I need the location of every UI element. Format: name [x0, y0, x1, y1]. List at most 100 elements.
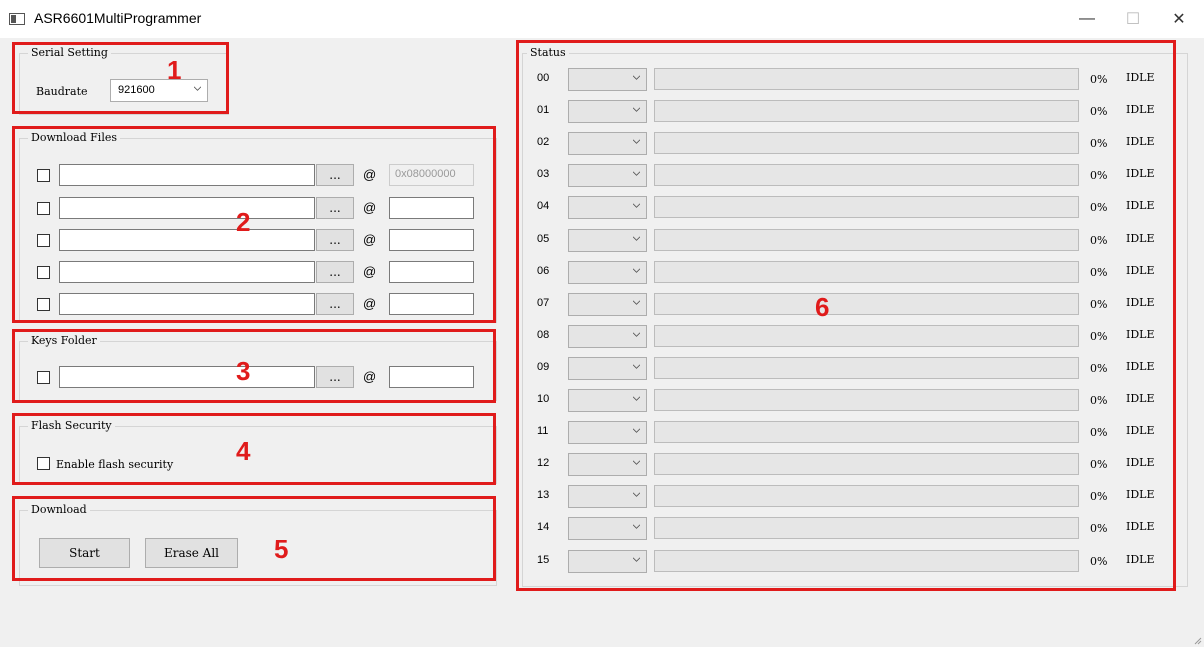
keys-folder-label: Keys Folder [28, 334, 100, 347]
close-button[interactable]: ✕ [1156, 0, 1202, 38]
port-index-label: 04 [537, 200, 550, 213]
keys-folder-path-input[interactable] [59, 366, 315, 388]
port-progress-bar [654, 549, 1079, 572]
port-select[interactable] [568, 132, 647, 156]
port-percent-label: 0% [1090, 233, 1108, 247]
chevron-down-icon [633, 364, 640, 369]
file-browse-button[interactable]: ... [316, 229, 354, 251]
window-title: ASR6601MultiProgrammer [34, 10, 202, 26]
app-icon [9, 13, 25, 25]
keys-folder-address-input[interactable] [389, 366, 474, 388]
annotation-number-4: 4 [236, 436, 251, 466]
file-browse-button[interactable]: ... [316, 164, 354, 186]
port-select[interactable] [568, 324, 647, 348]
port-select[interactable] [568, 292, 647, 316]
file-path-input[interactable] [59, 197, 315, 219]
annotation-number-2: 2 [236, 207, 251, 237]
file-address-input[interactable] [389, 261, 474, 283]
annotation-number-1: 1 [167, 55, 182, 85]
download-files-label: Download Files [28, 131, 121, 144]
file-address-input[interactable] [389, 229, 474, 251]
port-index-label: 12 [537, 457, 550, 470]
file-address-input[interactable] [389, 293, 474, 315]
chevron-down-icon [633, 268, 640, 273]
port-select[interactable] [568, 356, 647, 380]
file-checkbox[interactable] [37, 266, 50, 279]
port-index-label: 15 [537, 553, 550, 566]
file-path-input[interactable] [59, 293, 315, 315]
baudrate-select[interactable]: 921600 [110, 79, 208, 102]
port-select[interactable] [568, 68, 647, 91]
maximize-button[interactable]: ☐ [1110, 0, 1156, 38]
port-index-label: 05 [537, 232, 550, 245]
chevron-down-icon [194, 86, 201, 91]
port-state-label: IDLE [1126, 263, 1155, 277]
port-state-label: IDLE [1126, 359, 1155, 373]
port-percent-label: 0% [1090, 458, 1108, 472]
file-address-input[interactable] [389, 197, 474, 219]
port-progress-bar [654, 292, 1079, 315]
port-progress-bar [654, 324, 1079, 347]
port-percent-label: 0% [1090, 297, 1108, 311]
port-index-label: 06 [537, 264, 550, 277]
annotation-number-6: 6 [815, 292, 830, 322]
chevron-down-icon [633, 396, 640, 401]
chevron-down-icon [633, 428, 640, 433]
port-select[interactable] [568, 453, 647, 477]
port-state-label: IDLE [1126, 231, 1155, 245]
port-select[interactable] [568, 164, 647, 188]
port-state-label: IDLE [1126, 392, 1155, 405]
flash-security-label: Flash Security [28, 419, 115, 432]
download-label: Download [28, 503, 90, 516]
port-progress-bar [654, 517, 1079, 540]
file-path-input[interactable] [59, 261, 315, 283]
annotation-number-5: 5 [274, 534, 289, 564]
port-select[interactable] [568, 549, 647, 573]
file-checkbox[interactable] [37, 234, 50, 247]
port-index-label: 01 [537, 104, 550, 117]
minimize-button[interactable]: — [1064, 0, 1110, 38]
file-checkbox[interactable] [37, 202, 50, 215]
chevron-down-icon [633, 492, 640, 498]
erase-all-button[interactable]: Erase All [145, 538, 238, 568]
file-path-input[interactable] [59, 229, 315, 251]
port-percent-label: 0% [1090, 137, 1108, 151]
port-state-label: IDLE [1126, 135, 1155, 149]
port-percent-label: 0% [1090, 490, 1108, 504]
file-browse-button[interactable]: ... [316, 197, 354, 219]
port-select[interactable] [568, 421, 647, 445]
port-progress-bar [654, 196, 1079, 219]
at-symbol: @ [363, 369, 377, 384]
keys-folder-checkbox[interactable] [37, 371, 50, 384]
port-progress-bar [654, 356, 1079, 379]
chevron-down-icon [633, 332, 640, 337]
port-select[interactable] [568, 196, 647, 220]
file-path-input[interactable] [59, 164, 315, 186]
port-select[interactable] [568, 485, 647, 509]
title-bar: ASR6601MultiProgrammer — ☐ ✕ [0, 0, 1204, 38]
port-state-label: IDLE [1126, 71, 1155, 84]
serial-setting-label: Serial Setting [28, 46, 111, 59]
port-select[interactable] [568, 389, 647, 412]
port-select[interactable] [568, 260, 647, 284]
resize-grip-icon[interactable] [1194, 637, 1202, 645]
port-progress-bar [654, 421, 1079, 444]
enable-flash-security-checkbox[interactable] [37, 457, 50, 470]
file-address-input[interactable]: 0x08000000 [389, 164, 474, 186]
port-percent-label: 0% [1090, 394, 1108, 407]
file-browse-button[interactable]: ... [316, 261, 354, 283]
chevron-down-icon [633, 107, 640, 112]
port-select[interactable] [568, 100, 647, 124]
file-checkbox[interactable] [37, 169, 50, 182]
flash-security-group: Flash Security [19, 419, 497, 484]
file-browse-button[interactable]: ... [316, 293, 354, 315]
port-select[interactable] [568, 517, 647, 541]
chevron-down-icon [633, 300, 640, 305]
at-symbol: @ [363, 296, 377, 311]
port-progress-bar [654, 453, 1079, 476]
port-state-label: IDLE [1126, 167, 1155, 181]
file-checkbox[interactable] [37, 298, 50, 311]
port-select[interactable] [568, 228, 647, 252]
keys-folder-browse-button[interactable]: ... [316, 366, 354, 388]
start-button[interactable]: Start [39, 538, 130, 568]
